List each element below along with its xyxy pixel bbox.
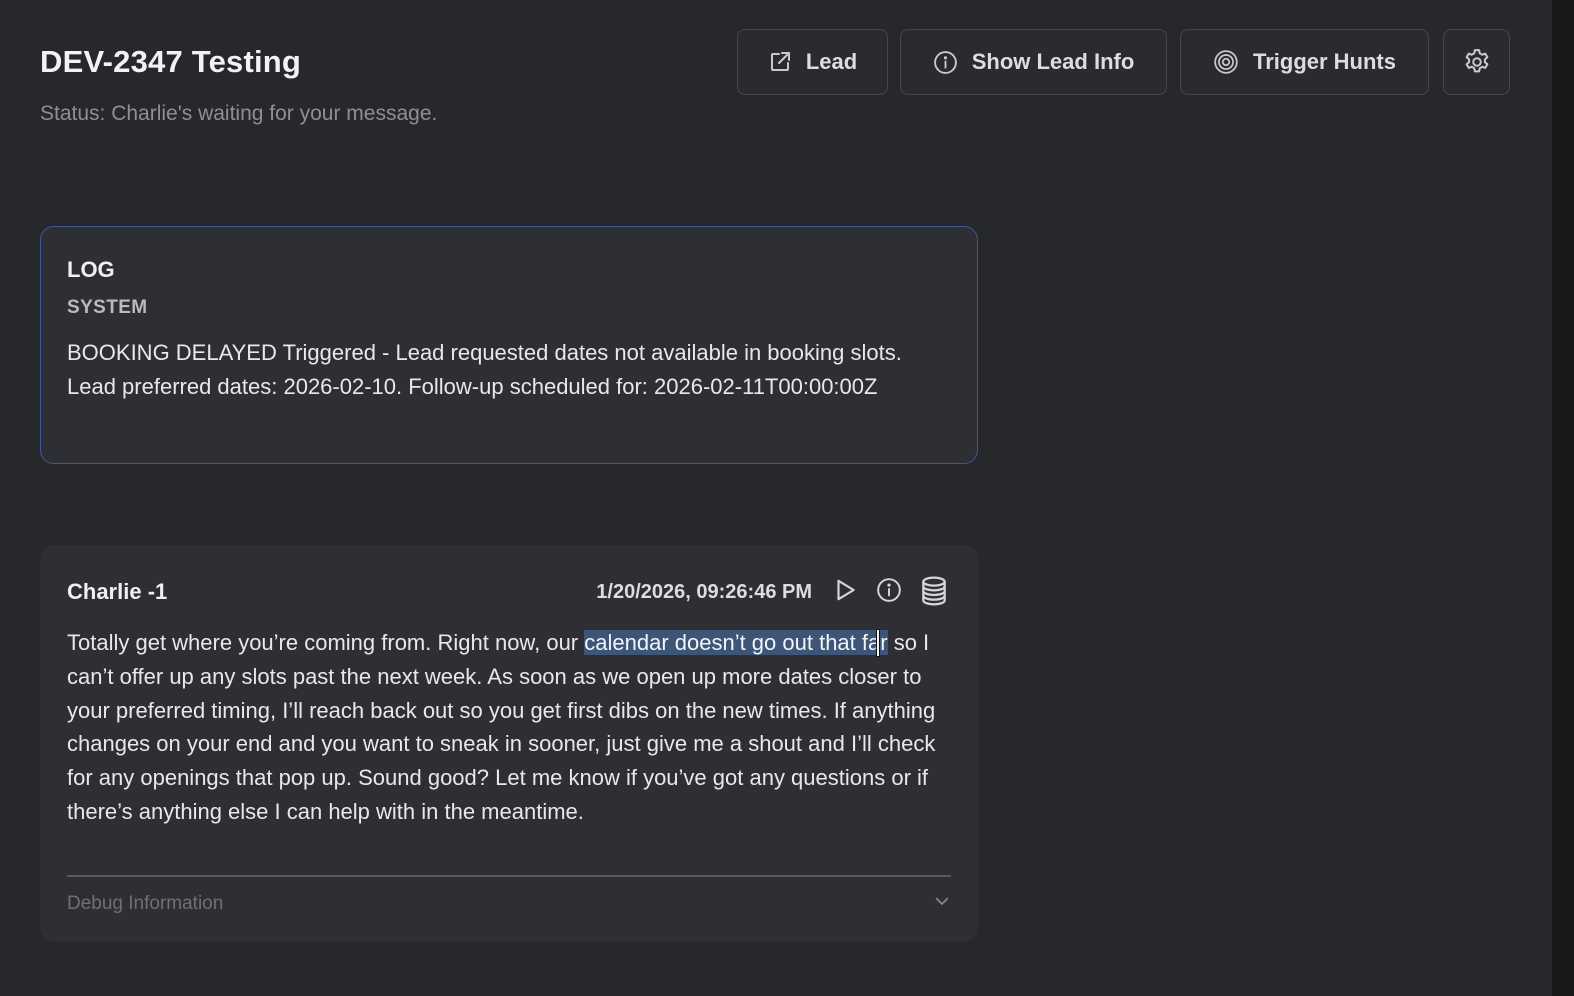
window-edge (1552, 0, 1574, 996)
lead-button-label: Lead (805, 49, 858, 74)
database-icon[interactable] (918, 575, 950, 612)
message-text: Totally get where you’re coming from. Ri… (67, 630, 585, 655)
chevron-down-icon (933, 892, 951, 915)
message-card: Charlie -1 1/20/2026, 09:26:46 PM Totall… (40, 545, 978, 942)
message-text-rest: so I can’t offer up any slots past the n… (67, 630, 936, 824)
log-card: LOG SYSTEM BOOKING DELAYED Triggered - L… (40, 226, 978, 464)
trigger-hunts-label: Trigger Hunts (1252, 49, 1396, 74)
debug-information-toggle[interactable]: Debug Information (67, 892, 951, 915)
conversation-page: DEV-2347 Testing Status: Charlie's waiti… (0, 0, 1552, 996)
lead-button[interactable]: Lead (737, 29, 888, 95)
info-icon (933, 50, 958, 75)
log-label: LOG (67, 257, 115, 282)
message-timestamp: 1/20/2026, 09:26:46 PM (596, 581, 812, 603)
selected-text-end: r (880, 630, 888, 655)
page-title: DEV-2347 Testing (40, 44, 302, 79)
selected-text: calendar doesn’t go out that fa (584, 630, 881, 655)
message-body: Totally get where you’re coming from. Ri… (67, 626, 957, 829)
log-source: SYSTEM (67, 297, 148, 318)
show-lead-info-button[interactable]: Show Lead Info (900, 29, 1167, 95)
trigger-hunts-button[interactable]: Trigger Hunts (1180, 29, 1429, 95)
status-text: Status: Charlie's waiting for your messa… (40, 102, 438, 125)
show-lead-info-label: Show Lead Info (971, 49, 1135, 74)
play-icon[interactable] (832, 577, 858, 608)
gear-icon (1462, 47, 1492, 77)
divider (67, 875, 951, 877)
target-icon (1213, 49, 1239, 75)
message-sender: Charlie -1 (67, 579, 168, 604)
log-text: BOOKING DELAYED Triggered - Lead request… (67, 340, 902, 399)
debug-information-label: Debug Information (67, 892, 224, 914)
settings-button[interactable] (1443, 29, 1510, 95)
info-icon[interactable] (876, 577, 902, 608)
external-link-icon (768, 50, 792, 74)
